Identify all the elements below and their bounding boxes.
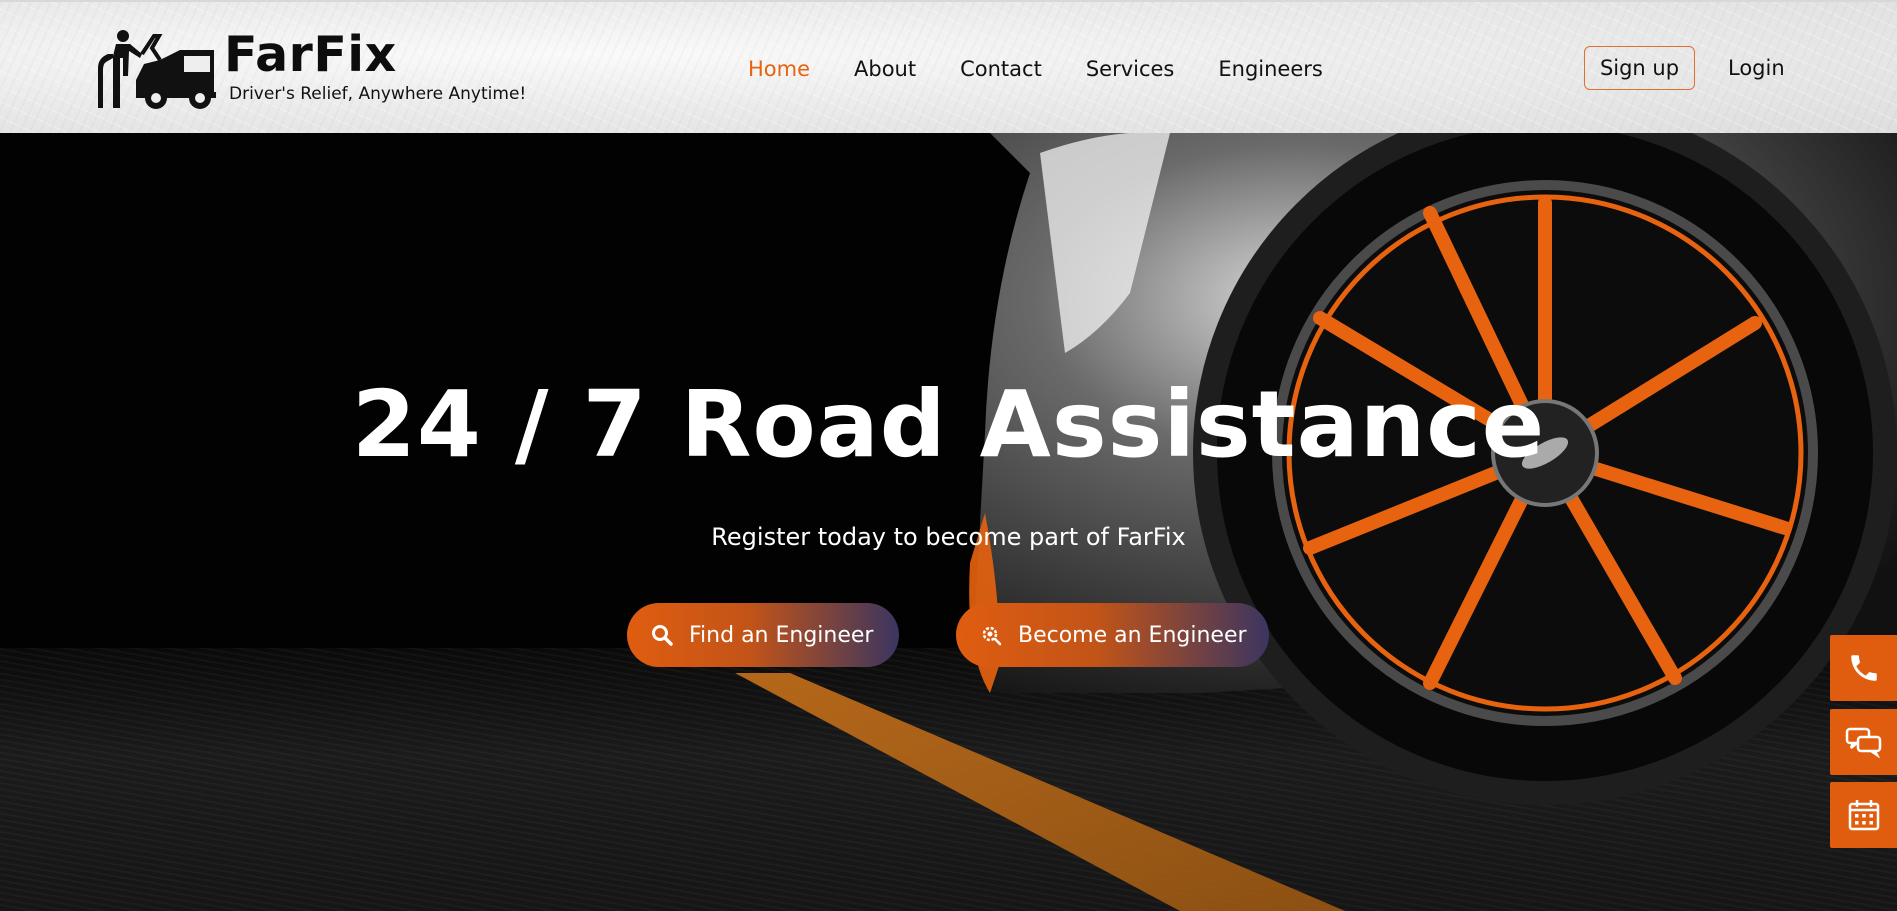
login-link[interactable]: Login — [1728, 53, 1785, 83]
nav-item-engineers[interactable]: Engineers — [1218, 54, 1322, 84]
find-engineer-button[interactable]: Find an Engineer — [627, 603, 899, 667]
phone-icon — [1850, 655, 1877, 681]
gear-search-icon — [978, 622, 1004, 648]
main-nav: Home About Contact Services Engineers — [748, 54, 1367, 84]
become-engineer-button[interactable]: Become an Engineer — [956, 603, 1269, 667]
phone-widget-button[interactable] — [1830, 635, 1897, 701]
find-engineer-label: Find an Engineer — [689, 622, 874, 648]
calendar-icon — [1848, 800, 1879, 831]
mechanic-car-logo-icon — [98, 30, 216, 109]
calendar-widget-button[interactable] — [1830, 782, 1897, 848]
site-header: FarFix Driver's Relief, Anywhere Anytime… — [0, 0, 1897, 133]
chat-widget-button[interactable] — [1830, 709, 1897, 775]
become-engineer-label: Become an Engineer — [1018, 622, 1247, 648]
search-icon — [649, 622, 675, 648]
car-wheel-illustration — [735, 133, 1897, 911]
brand-logo[interactable]: FarFix Driver's Relief, Anywhere Anytime… — [96, 26, 536, 112]
chat-icon — [1845, 727, 1881, 758]
brand-name: FarFix — [224, 26, 397, 83]
nav-item-contact[interactable]: Contact — [960, 54, 1042, 84]
hero-subtitle: Register today to become part of FarFix — [711, 523, 1186, 551]
signup-button[interactable]: Sign up — [1584, 46, 1695, 90]
nav-item-home[interactable]: Home — [748, 54, 810, 84]
nav-item-about[interactable]: About — [854, 54, 916, 84]
brand-tagline: Driver's Relief, Anywhere Anytime! — [229, 84, 527, 104]
hero-section: 24 / 7 Road Assistance Register today to… — [0, 133, 1897, 911]
hero-title: 24 / 7 Road Assistance — [351, 371, 1546, 478]
nav-item-services[interactable]: Services — [1086, 54, 1175, 84]
